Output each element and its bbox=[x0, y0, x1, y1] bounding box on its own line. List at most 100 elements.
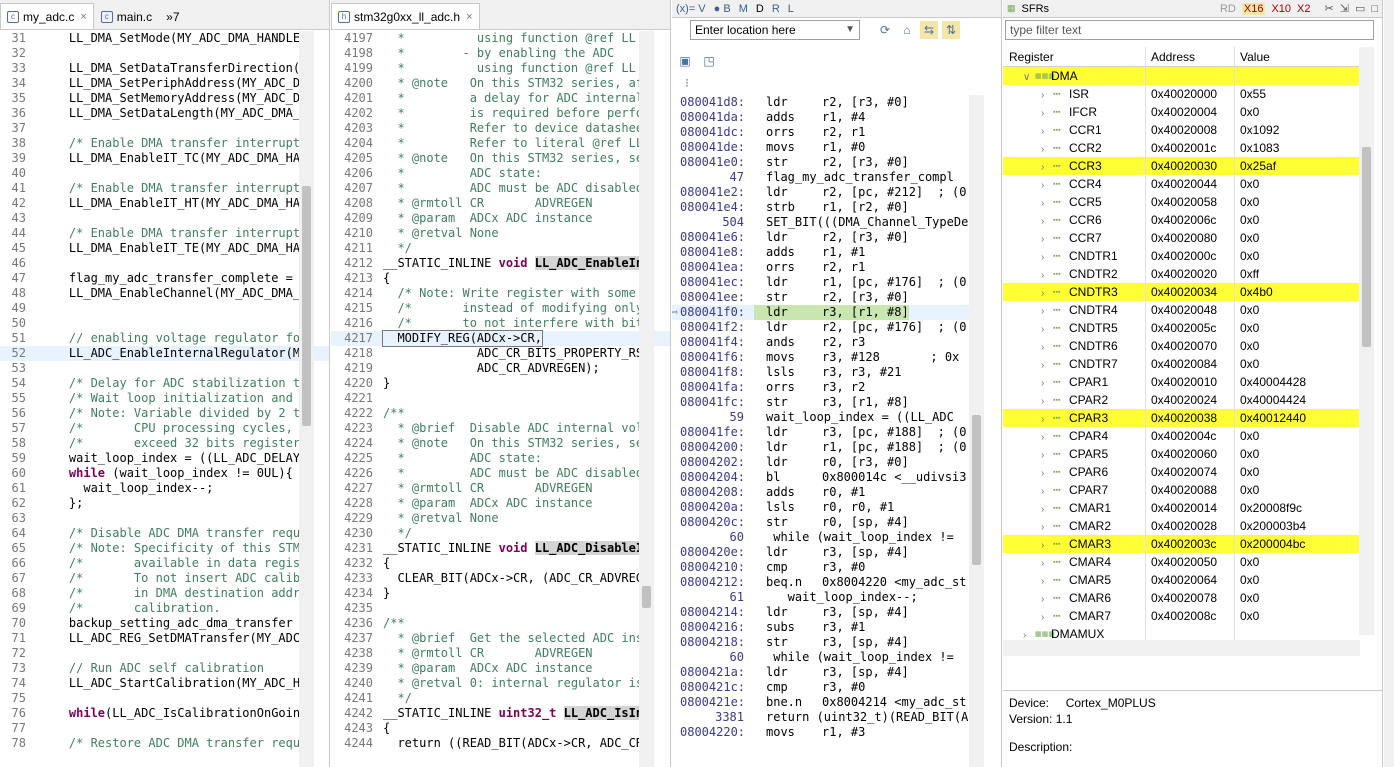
register-row[interactable]: › ▪▪▪ CCR6 0x4002006c 0x0 bbox=[1003, 211, 1360, 229]
tab-overflow[interactable]: »7 bbox=[159, 3, 186, 29]
code-line[interactable]: 4210 * @retval None bbox=[331, 226, 670, 241]
code-line[interactable]: 64 /* Disable ADC DMA transfer reque bbox=[0, 526, 329, 541]
export-icon[interactable]: ⇲ bbox=[1340, 2, 1349, 15]
code-line[interactable]: 4215 /* instead of modifying only bbox=[331, 301, 670, 316]
code-line[interactable]: 4231 __STATIC_INLINE void LL_ADC_DisableI bbox=[331, 541, 670, 556]
code-line[interactable]: 4200 * @note On this STM32 series, af bbox=[331, 76, 670, 91]
instruction-line[interactable]: 08004214: ldr r3, [sp, #4] bbox=[672, 605, 983, 620]
register-row[interactable]: › ▪▪▪ CMAR4 0x40020050 0x0 bbox=[1003, 553, 1360, 571]
code-line[interactable]: 4244 return ((READ_BIT(ADCx->CR, ADC_CR bbox=[331, 736, 670, 751]
code-line[interactable]: 31 LL_DMA_SetMode(MY_ADC_DMA_HANDLER bbox=[0, 31, 329, 46]
code-line[interactable]: 4240 * @retval 0: internal regulator is bbox=[331, 676, 670, 691]
code-line[interactable]: 4235 bbox=[331, 601, 670, 616]
register-row[interactable]: › ▪▪▪ CMAR1 0x40020014 0x20008f9c bbox=[1003, 499, 1360, 517]
register-value[interactable]: 0x0 bbox=[1235, 103, 1360, 121]
instruction-line[interactable]: 080041de: movs r1, #0 bbox=[672, 140, 983, 155]
scrollbar-thumb[interactable] bbox=[972, 415, 981, 565]
source-line[interactable]: 47 flag_my_adc_transfer_compl bbox=[672, 170, 983, 185]
instruction-line[interactable]: 08004202: ldr r0, [r3, #0] bbox=[672, 455, 983, 470]
code-line[interactable]: 4224 * @note On this STM32 series, se bbox=[331, 436, 670, 451]
code-line[interactable]: 74 LL_ADC_StartCalibration(MY_ADC_HA bbox=[0, 676, 329, 691]
vertical-scrollbar[interactable] bbox=[1359, 47, 1374, 635]
register-value[interactable]: 0x0 bbox=[1235, 355, 1360, 373]
instruction-line[interactable]: 080041dc: orrs r2, r1 bbox=[672, 125, 983, 140]
register-value[interactable]: 0xff bbox=[1235, 265, 1360, 283]
code-line[interactable]: 4223 * @brief Disable ADC internal vol bbox=[331, 421, 670, 436]
view-tab[interactable]: M bbox=[739, 3, 748, 15]
column-header-value[interactable]: Value bbox=[1235, 47, 1360, 66]
hex-format-button[interactable]: X16 bbox=[1241, 2, 1266, 15]
instruction-line[interactable]: 0800421a: ldr r3, [sp, #4] bbox=[672, 665, 983, 680]
instruction-line[interactable]: 08004212: beq.n 0x8004220 <my_adc_st bbox=[672, 575, 983, 590]
register-value[interactable]: 0x200003b4 bbox=[1235, 517, 1360, 535]
instruction-line[interactable]: 080041da: adds r1, #4 bbox=[672, 110, 983, 125]
instruction-line[interactable]: 08004204: bl 0x800014c <__udivsi3 bbox=[672, 470, 983, 485]
code-line[interactable]: 33 LL_DMA_SetDataTransferDirection(M bbox=[0, 61, 329, 76]
register-value[interactable]: 0x0 bbox=[1235, 553, 1360, 571]
code-line[interactable]: 59 wait_loop_index = ((LL_ADC_DELAY_ bbox=[0, 451, 329, 466]
code-line[interactable]: 4241 */ bbox=[331, 691, 670, 706]
chevron-right-icon[interactable]: › bbox=[1041, 285, 1053, 301]
code-line[interactable]: 62 }; bbox=[0, 496, 329, 511]
code-line[interactable]: 48 LL_DMA_EnableChannel(MY_ADC_DMA_H bbox=[0, 286, 329, 301]
instruction-line[interactable]: 0800420c: str r0, [sp, #4] bbox=[672, 515, 983, 530]
instruction-line[interactable]: 080041ec: ldr r1, [pc, #176] ; (0 bbox=[672, 275, 983, 290]
register-value[interactable]: 0x0 bbox=[1235, 427, 1360, 445]
register-row[interactable]: › ▪▪▪ CNDTR3 0x40020034 0x4b0 bbox=[1003, 283, 1360, 301]
code-line[interactable]: 4201 * a delay for ADC internal bbox=[331, 91, 670, 106]
disassembly-listing[interactable]: 080041d8: ldr r2, [r3, #0] 080041da: adds r1,… bbox=[672, 95, 983, 767]
register-row[interactable]: › ▪▪▪ CPAR4 0x4002004c 0x0 bbox=[1003, 427, 1360, 445]
code-line[interactable]: 50 bbox=[0, 316, 329, 331]
register-value[interactable]: 0x25af bbox=[1235, 157, 1360, 175]
register-value[interactable]: 0x40012440 bbox=[1235, 409, 1360, 427]
register-row[interactable]: › ▪▪▪ CPAR1 0x40020010 0x40004428 bbox=[1003, 373, 1360, 391]
register-value[interactable]: 0x4b0 bbox=[1235, 283, 1360, 301]
read-button[interactable]: RD bbox=[1220, 3, 1236, 15]
instruction-line[interactable]: 08004208: adds r0, #1 bbox=[672, 485, 983, 500]
code-line[interactable]: 4229 * @retval None bbox=[331, 511, 670, 526]
code-line[interactable]: 4226 * ADC must be ADC disabled bbox=[331, 466, 670, 481]
register-row[interactable]: › ▪▪▪ CCR4 0x40020044 0x0 bbox=[1003, 175, 1360, 193]
code-line[interactable]: 4233 CLEAR_BIT(ADCx->CR, (ADC_CR_ADVREG bbox=[331, 571, 670, 586]
chevron-right-icon[interactable]: › bbox=[1041, 609, 1053, 625]
code-line[interactable]: 66 /* available in data regist bbox=[0, 556, 329, 571]
source-line[interactable]: 61 wait_loop_index--; bbox=[672, 590, 983, 605]
scrollbar-thumb[interactable] bbox=[302, 186, 311, 426]
code-line[interactable]: 4230 */ bbox=[331, 526, 670, 541]
register-value[interactable]: 0x0 bbox=[1235, 319, 1360, 337]
dec-format-button[interactable]: X10 bbox=[1271, 3, 1291, 15]
register-value[interactable]: 0x0 bbox=[1235, 175, 1360, 193]
tab-stm32g0xx-ll-adc-h[interactable]: h stm32g0xx_ll_adc.h × bbox=[331, 3, 480, 29]
code-line[interactable]: 77 bbox=[0, 721, 329, 736]
register-row[interactable]: › ▪▪▪ CCR2 0x4002001c 0x1083 bbox=[1003, 139, 1360, 157]
instruction-line[interactable]: 0800421c: cmp r3, #0 bbox=[672, 680, 983, 695]
view-tab[interactable]: R bbox=[772, 3, 780, 15]
register-row[interactable]: › ▪▪▪ CMAR7 0x4002008c 0x0 bbox=[1003, 607, 1360, 625]
chevron-down-icon[interactable]: ∨ bbox=[1023, 69, 1035, 85]
sfr-title[interactable]: SFRs bbox=[1022, 3, 1050, 15]
code-line[interactable]: 51 // enabling voltage regulator for bbox=[0, 331, 329, 346]
code-line[interactable]: 4208 * @rmtoll CR ADVREGEN bbox=[331, 196, 670, 211]
source-line[interactable]: 59 wait_loop_index = ((LL_ADC bbox=[672, 410, 983, 425]
code-line[interactable]: 4236 /** bbox=[331, 616, 670, 631]
chevron-right-icon[interactable]: › bbox=[1041, 555, 1053, 571]
code-line[interactable]: 4221 bbox=[331, 391, 670, 406]
horizontal-scrollbar[interactable] bbox=[1003, 640, 1360, 656]
code-line[interactable]: 61 wait_loop_index--; bbox=[0, 481, 329, 496]
instruction-line[interactable]: 080041f4: ands r2, r3 bbox=[672, 335, 983, 350]
register-value[interactable]: 0x0 bbox=[1235, 571, 1360, 589]
code-line[interactable]: 4239 * @param ADCx ADC instance bbox=[331, 661, 670, 676]
code-line[interactable]: 72 bbox=[0, 646, 329, 661]
instruction-line[interactable]: 08004210: cmp r3, #0 bbox=[672, 560, 983, 575]
code-line[interactable]: 4243 { bbox=[331, 721, 670, 736]
chevron-right-icon[interactable]: › bbox=[1041, 357, 1053, 373]
register-value[interactable]: 0x1092 bbox=[1235, 121, 1360, 139]
vertical-scrollbar[interactable] bbox=[639, 31, 654, 767]
code-line[interactable]: 4234} bbox=[331, 586, 670, 601]
chevron-right-icon[interactable]: › bbox=[1041, 105, 1053, 121]
register-row[interactable]: › ▪▪▪ CNDTR4 0x40020048 0x0 bbox=[1003, 301, 1360, 319]
maximize-icon[interactable]: □ bbox=[1371, 3, 1378, 15]
register-row[interactable]: › ▪▪▪ CPAR5 0x40020060 0x0 bbox=[1003, 445, 1360, 463]
scrollbar-thumb[interactable] bbox=[642, 586, 651, 608]
code-line[interactable]: 4217 MODIFY_REG(ADCx->CR, bbox=[331, 330, 670, 347]
